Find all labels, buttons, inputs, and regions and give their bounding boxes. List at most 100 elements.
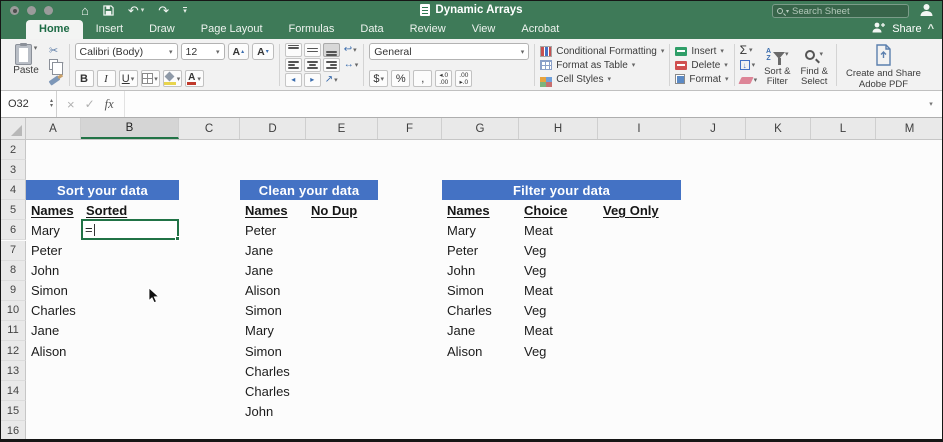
merge-caret-icon[interactable]: ▾	[355, 61, 359, 69]
decrease-decimal-button[interactable]: .00 ▸.0	[455, 70, 472, 87]
cancel-icon[interactable]: ×	[67, 97, 75, 112]
row-header-11[interactable]: 11	[1, 321, 26, 341]
cell-A11[interactable]: Jane	[26, 321, 121, 341]
enter-icon[interactable]: ✓	[85, 97, 95, 111]
row-header-9[interactable]: 9	[1, 281, 26, 301]
save-icon[interactable]	[103, 5, 114, 16]
row-header-7[interactable]: 7	[1, 241, 26, 261]
column-header-J[interactable]: J	[681, 118, 746, 139]
align-middle-button[interactable]	[304, 43, 321, 57]
tab-formulas[interactable]: Formulas	[276, 20, 348, 39]
banner-filter-your-data[interactable]: Filter your data	[442, 180, 681, 200]
align-top-button[interactable]	[285, 43, 302, 57]
increase-font-button[interactable]: A▴	[228, 43, 250, 60]
zoom-window-icon[interactable]	[44, 6, 53, 15]
column-header-F[interactable]: F	[378, 118, 442, 139]
share-button[interactable]: Share	[892, 23, 921, 35]
cell-D14[interactable]: Charles	[240, 381, 346, 401]
row-header-12[interactable]: 12	[1, 341, 26, 361]
orientation-caret-icon[interactable]: ▾	[334, 76, 338, 84]
undo-caret-icon[interactable]: ▾	[141, 4, 145, 18]
name-box[interactable]: O32 ▴▾	[1, 91, 57, 117]
cell-H9[interactable]: Meat	[519, 281, 638, 301]
decrease-indent-button[interactable]: ◂	[285, 73, 302, 87]
copy-button[interactable]: ▾	[49, 58, 64, 71]
align-left-button[interactable]	[285, 58, 302, 72]
header-cell-I5[interactable]: Veg Only	[598, 200, 721, 220]
font-size-select[interactable]: 12▾	[181, 43, 225, 60]
cell-A9[interactable]: Simon	[26, 281, 121, 301]
undo-button[interactable]: ↶▾	[128, 4, 144, 18]
row-header-5[interactable]: 5	[1, 200, 26, 220]
merge-center-icon[interactable]: ↔	[344, 60, 354, 70]
tab-view[interactable]: View	[459, 20, 509, 39]
cell-A7[interactable]: Peter	[26, 241, 121, 261]
home-icon[interactable]: ⌂	[81, 4, 89, 18]
tab-review[interactable]: Review	[397, 20, 459, 39]
formula-expand-icon[interactable]: ▾	[920, 100, 942, 108]
find-select-button[interactable]: ▾ Find & Select	[797, 43, 830, 87]
cell-H6[interactable]: Meat	[519, 220, 638, 240]
row-header-8[interactable]: 8	[1, 261, 26, 281]
cell-D11[interactable]: Mary	[240, 321, 346, 341]
tab-insert[interactable]: Insert	[83, 20, 137, 39]
orientation-icon[interactable]: ↗	[325, 75, 333, 85]
edit-cell-B6[interactable]: =	[81, 219, 179, 240]
decrease-font-button[interactable]: A▾	[252, 43, 274, 60]
insert-cells-button[interactable]: Insert▾	[675, 44, 728, 58]
format-as-table-button[interactable]: Format as Table▾	[540, 58, 664, 72]
font-color-button[interactable]: A▾	[185, 70, 204, 87]
paste-caret-icon[interactable]: ▾	[34, 44, 38, 52]
cell-D15[interactable]: John	[240, 401, 346, 421]
column-header-M[interactable]: M	[876, 118, 942, 139]
cell-D8[interactable]: Jane	[240, 261, 346, 281]
italic-button[interactable]: I	[97, 70, 116, 87]
insert-function-icon[interactable]: fx	[105, 97, 114, 112]
column-header-C[interactable]: C	[179, 118, 240, 139]
increase-decimal-button[interactable]: ◂.0 .00	[435, 70, 452, 87]
column-header-D[interactable]: D	[240, 118, 306, 139]
header-cell-B5[interactable]: Sorted	[81, 200, 219, 220]
cell-D9[interactable]: Alison	[240, 281, 346, 301]
clear-button[interactable]: ▾	[740, 73, 758, 87]
align-right-button[interactable]	[323, 58, 340, 72]
redo-icon[interactable]: ↷	[158, 4, 169, 18]
tab-acrobat[interactable]: Acrobat	[508, 20, 572, 39]
column-header-G[interactable]: G	[442, 118, 519, 139]
cell-D6[interactable]: Peter	[240, 220, 346, 240]
cell-H7[interactable]: Veg	[519, 241, 638, 261]
close-window-icon[interactable]	[10, 6, 19, 15]
tab-home[interactable]: Home	[26, 20, 83, 39]
underline-caret-icon[interactable]: ▾	[131, 75, 135, 83]
underline-button[interactable]: U▾	[119, 70, 138, 87]
fill-color-caret-icon[interactable]: ▾	[177, 75, 181, 83]
borders-button[interactable]: ▾	[141, 70, 160, 87]
currency-caret-icon[interactable]: ▾	[381, 75, 385, 83]
row-header-6[interactable]: 6	[1, 220, 26, 240]
select-all-button[interactable]	[1, 118, 26, 139]
cell-D13[interactable]: Charles	[240, 361, 346, 381]
row-header-3[interactable]: 3	[1, 160, 26, 180]
column-header-B[interactable]: B	[81, 118, 179, 139]
cell-A8[interactable]: John	[26, 261, 121, 281]
tab-draw[interactable]: Draw	[136, 20, 188, 39]
cell-H11[interactable]: Meat	[519, 321, 638, 341]
format-cells-button[interactable]: Format▾	[675, 72, 728, 86]
collapse-ribbon-icon[interactable]: ^	[928, 23, 934, 35]
banner-clean-your-data[interactable]: Clean your data	[240, 180, 378, 200]
cell-H12[interactable]: Veg	[519, 341, 638, 361]
toolbar-options-icon[interactable]: ▾	[183, 7, 187, 15]
bold-button[interactable]: B	[75, 70, 94, 87]
number-format-select[interactable]: General▾	[369, 43, 529, 60]
minimize-window-icon[interactable]	[27, 6, 36, 15]
cell-D12[interactable]: Simon	[240, 341, 346, 361]
fill-handle[interactable]	[175, 236, 180, 241]
row-header-13[interactable]: 13	[1, 361, 26, 381]
adobe-pdf-button[interactable]: Create and ShareAdobe PDF	[840, 42, 927, 88]
align-center-button[interactable]	[304, 58, 321, 72]
wrap-text-caret-icon[interactable]: ▾	[353, 46, 357, 54]
font-name-select[interactable]: Calibri (Body)▾	[75, 43, 178, 60]
paste-button[interactable]: ▾ Paste	[5, 42, 47, 88]
conditional-formatting-button[interactable]: Conditional Formatting▾	[540, 44, 664, 58]
cell-A10[interactable]: Charles	[26, 301, 121, 321]
